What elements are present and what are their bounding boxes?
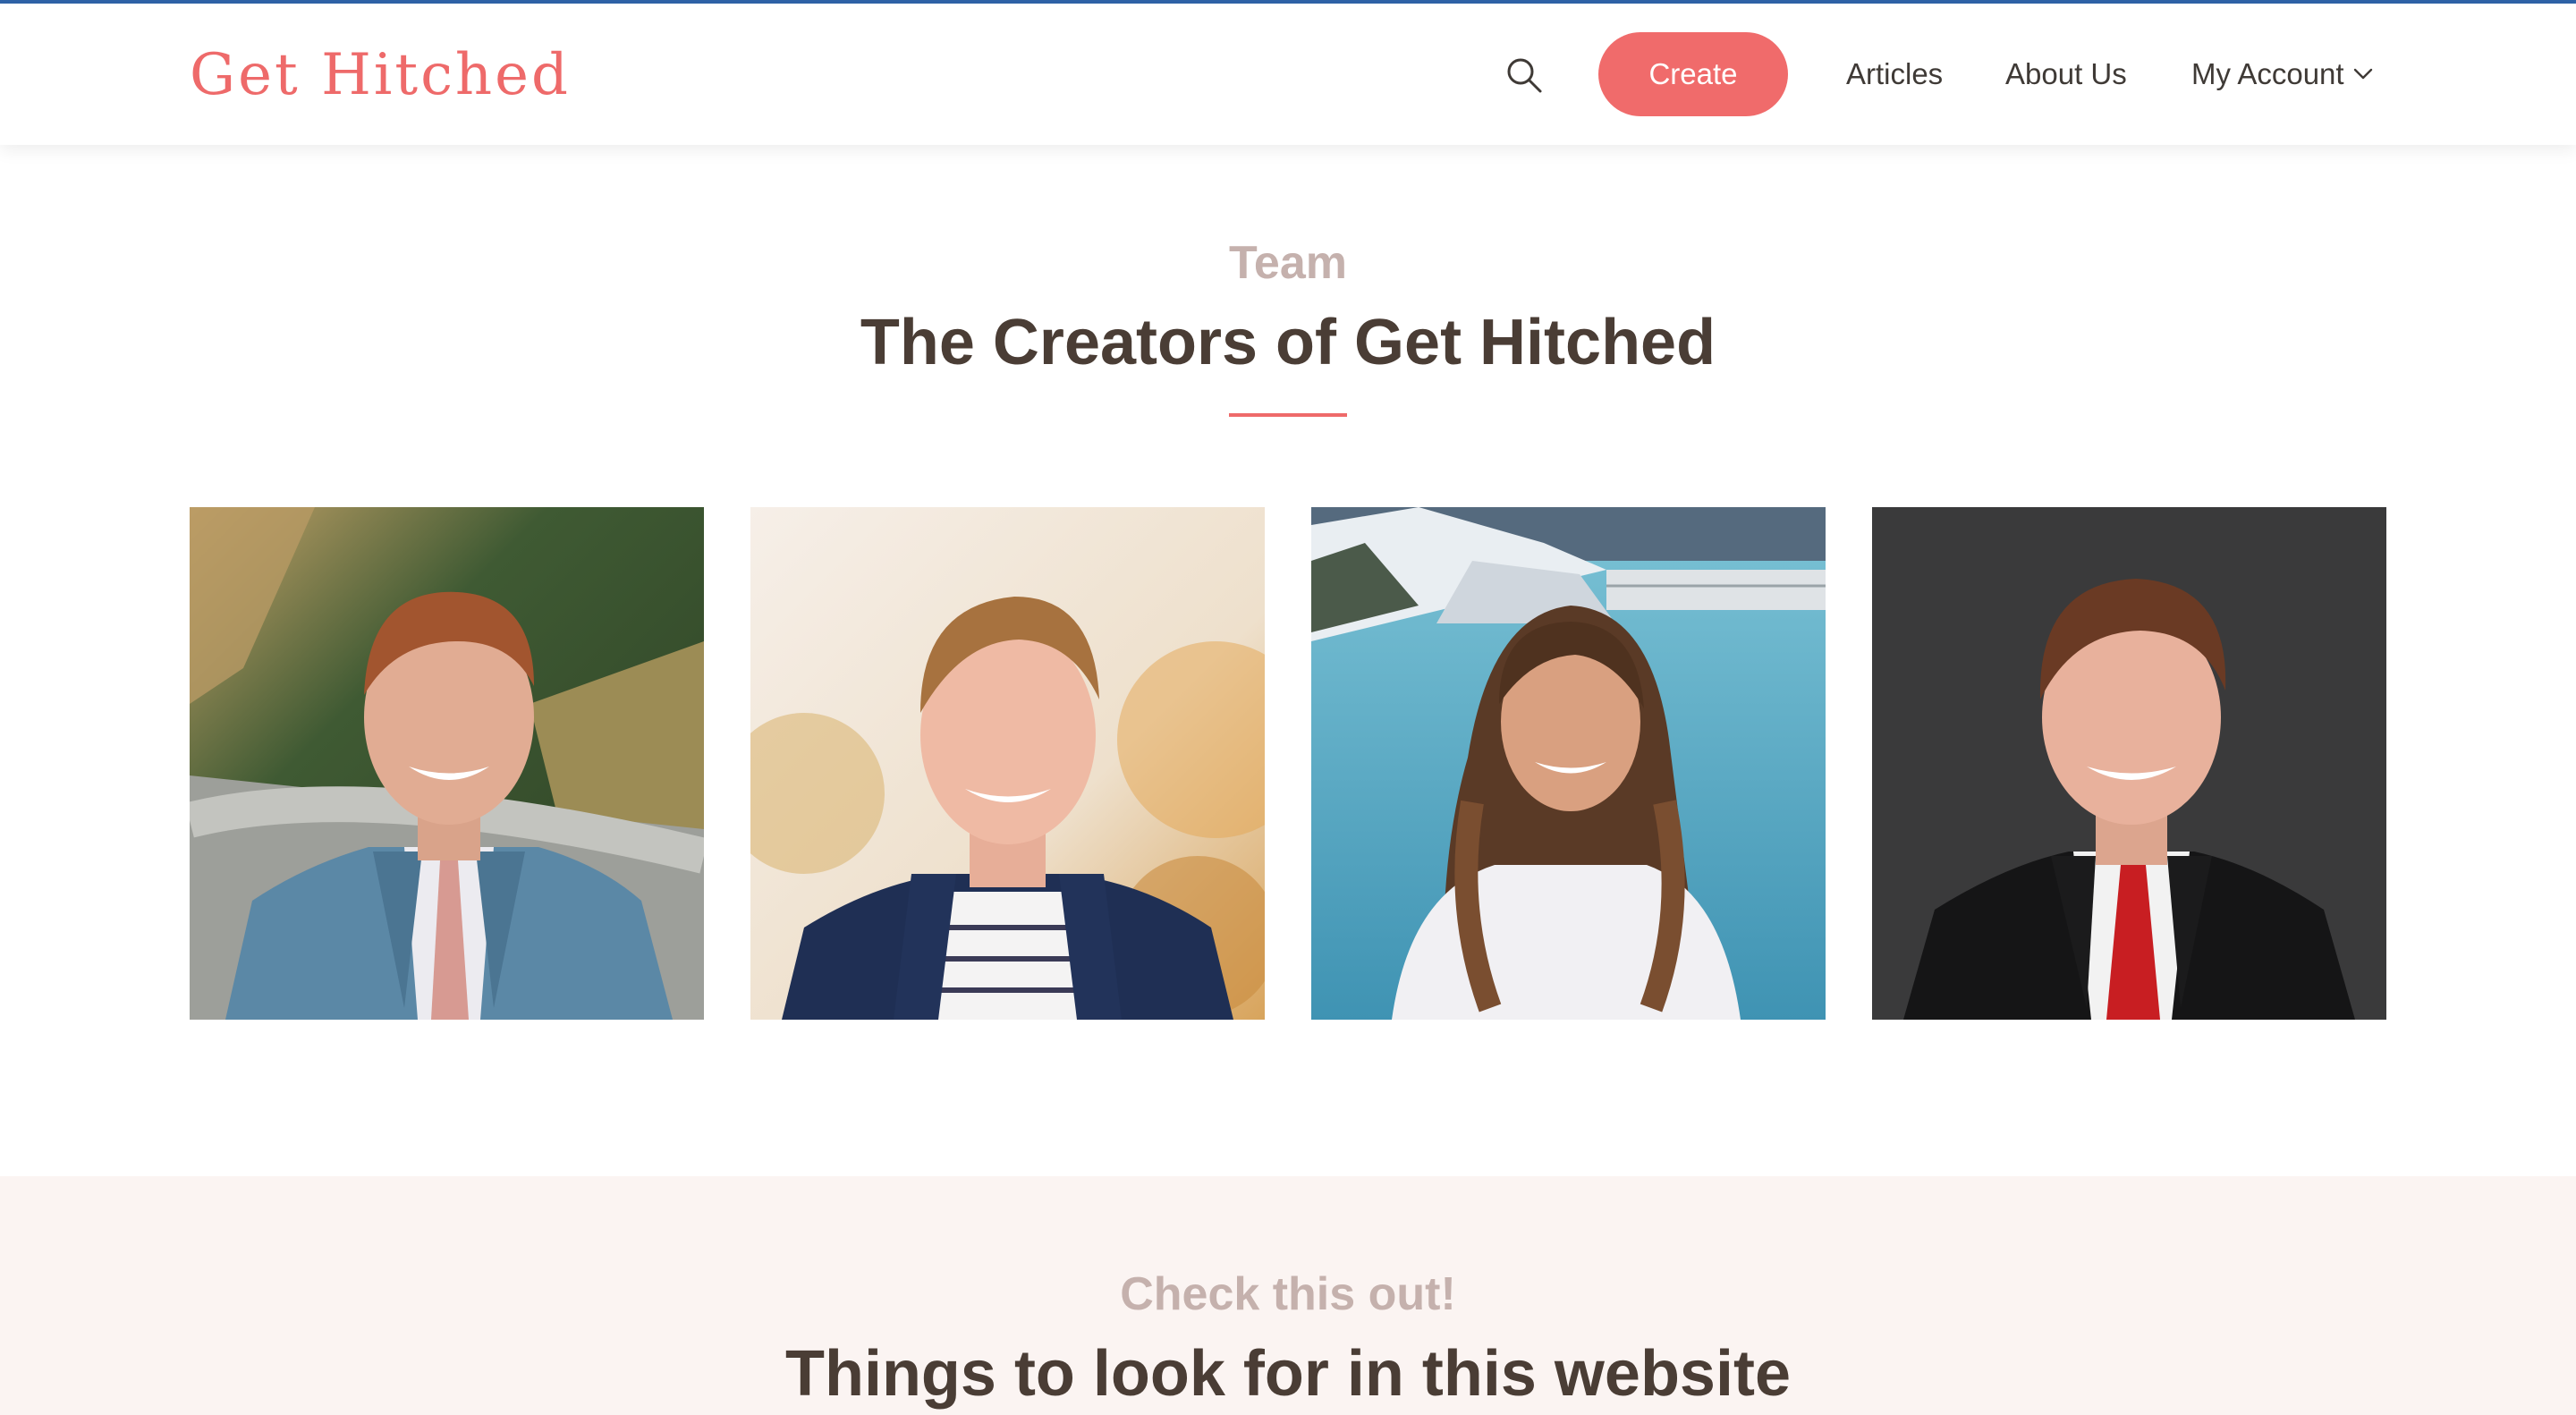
team-member-photo	[1311, 507, 1826, 1020]
features-section: Check this out! Things to look for in th…	[0, 1176, 2576, 1415]
features-eyebrow: Check this out!	[1120, 1268, 1456, 1320]
my-account-label: My Account	[2191, 57, 2344, 90]
nav-my-account-dropdown[interactable]: My Account	[2191, 32, 2375, 116]
team-member-photo	[190, 507, 704, 1020]
team-heading: The Creators of Get Hitched	[860, 307, 1716, 378]
chevron-down-icon	[2353, 69, 2372, 80]
heading-divider	[1229, 413, 1347, 417]
nav-link-articles[interactable]: Articles	[1846, 32, 1943, 116]
search-icon	[1507, 58, 1542, 93]
nav-link-about-us[interactable]: About Us	[2005, 32, 2127, 116]
create-button[interactable]: Create	[1598, 32, 1788, 116]
search-button[interactable]	[1503, 54, 1546, 97]
team-member-photo	[1872, 507, 2386, 1020]
team-section: Team The Creators of Get Hitched	[0, 145, 2576, 1176]
site-logo[interactable]: Get Hitched	[190, 39, 571, 111]
site-header: Get Hitched Create Articles About Us My …	[0, 4, 2576, 145]
features-heading: Things to look for in this website	[784, 1338, 1791, 1410]
team-member-photo	[750, 507, 1265, 1020]
team-eyebrow: Team	[1229, 237, 1347, 289]
